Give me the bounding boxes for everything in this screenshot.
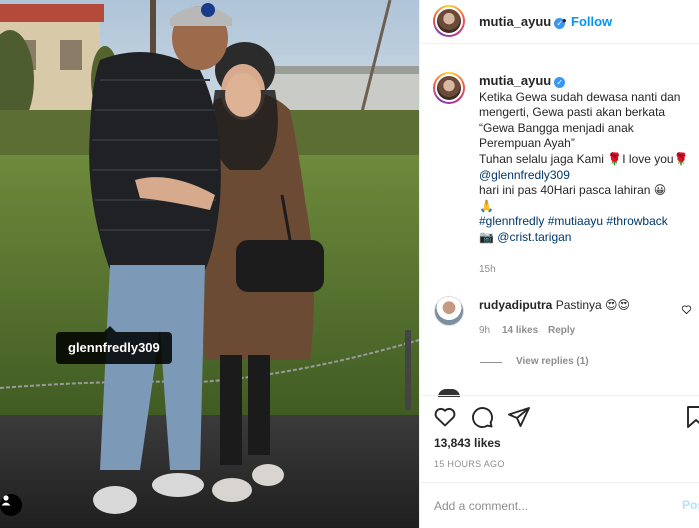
avatar[interactable] (433, 5, 465, 37)
caption-line: Ketika Gewa sudah dewasa nanti dan (479, 89, 681, 104)
reply-button[interactable]: Reply (548, 325, 575, 336)
person-icon[interactable] (0, 494, 22, 516)
post-header: mutia_ayuu ✓ • Follow (420, 0, 699, 44)
caption-line: mengerti, Gewa pasti akan berkata (479, 105, 666, 120)
heart-icon[interactable] (681, 304, 692, 315)
post-button[interactable]: Post (682, 498, 699, 512)
caption-time: 15h (479, 264, 496, 275)
check-icon: ✓ (554, 77, 566, 88)
header-username[interactable]: mutia_ayuu ✓ (479, 14, 566, 29)
add-comment-bar: Post (420, 482, 699, 528)
caption-line: hari ini pas 40Hari pasca lahiran 😀 (479, 183, 667, 198)
view-replies-button[interactable]: View replies (1) (516, 356, 589, 367)
bookmark-icon[interactable] (686, 405, 699, 429)
heart-icon[interactable] (433, 405, 457, 429)
separator-dot: • (562, 13, 567, 28)
share-icon[interactable] (507, 405, 531, 429)
comment-username[interactable]: rudyadiputra (479, 298, 552, 312)
photo-credit-link[interactable]: 📷 @crist.tarigan (479, 230, 691, 246)
mention-link[interactable]: @glennfredly309 (479, 168, 691, 184)
comment-time: 9h (479, 325, 491, 336)
caption-line: 🙏 (479, 198, 494, 213)
likes-count[interactable]: 13,843 likes (434, 436, 501, 450)
post-sidebar: mutia_ayuu ✓ • Follow mutia_ayuu ✓ Ketika … (419, 0, 699, 528)
comment-likes[interactable]: 14 likes (502, 325, 538, 336)
comment-text: Pastinya 😍😍 (555, 298, 631, 312)
user-tag-label[interactable]: glennfredly309 (56, 326, 172, 364)
caption-line: “Gewa Bangga menjadi anak (479, 120, 634, 135)
hashtag-links[interactable]: #glennfredly #mutiaayu #throwback (479, 214, 691, 230)
post-photo[interactable]: glennfredly309 (0, 0, 419, 528)
follow-button[interactable]: Follow (571, 14, 612, 29)
comment-input[interactable] (434, 495, 664, 517)
caption-line: Tuhan selalu jaga Kami 🌹I love you🌹 (479, 151, 689, 166)
replies-divider (480, 362, 502, 363)
caption-avatar[interactable] (433, 72, 465, 104)
post-caption: mutia_ayuu ✓ Ketika Gewa sudah dewasa nan… (479, 72, 691, 246)
caption-username[interactable]: mutia_ayuu ✓ (479, 73, 566, 88)
comment: rudyadiputra Pastinya 😍😍 (479, 298, 630, 312)
commenter-avatar[interactable] (434, 296, 464, 326)
photo-illustration (0, 0, 419, 528)
caption-line: Perempuan Ayah” (479, 136, 575, 151)
post-date: 15 HOURS AGO (434, 459, 505, 469)
comment-icon[interactable] (470, 405, 494, 429)
